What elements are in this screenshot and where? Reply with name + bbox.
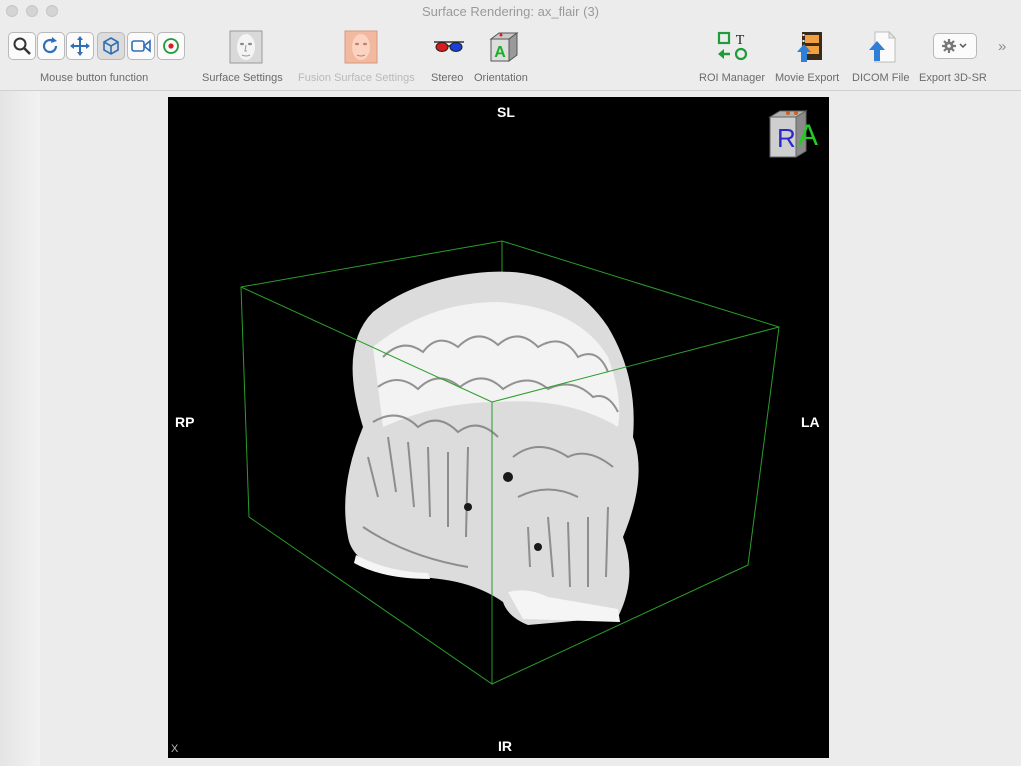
export-3dsr-button[interactable] <box>933 33 977 59</box>
fusion-surface-settings-button[interactable] <box>344 30 378 64</box>
face-surface-icon <box>229 30 263 64</box>
dicom-file-label: DICOM File <box>852 72 910 84</box>
stereo-button[interactable] <box>432 34 466 58</box>
orientation-label-bottom: IR <box>498 738 512 754</box>
target-icon <box>163 38 179 54</box>
orientation-cube: R A <box>768 110 818 158</box>
roi-point-tool-button[interactable] <box>157 32 185 60</box>
gear-dropdown-icon <box>942 39 967 53</box>
cube-rotate-icon <box>103 37 119 55</box>
orientation-label-top: SL <box>497 104 515 120</box>
orientation-button[interactable]: A <box>487 30 521 64</box>
roi-manager-label: ROI Manager <box>699 72 766 84</box>
svg-text:A: A <box>494 44 506 61</box>
dicom-file-export-icon <box>869 30 897 63</box>
roi-manager-icon: T <box>717 31 748 61</box>
rotate-icon <box>42 37 58 54</box>
move-arrows-icon <box>70 36 90 56</box>
movie-export-button[interactable] <box>794 30 828 64</box>
stereo-label: Stereo <box>431 72 464 84</box>
3d-rotate-tool-button[interactable] <box>97 32 125 60</box>
roi-manager-button[interactable]: T <box>716 30 750 64</box>
svg-text:T: T <box>736 33 745 48</box>
surface-render-canvas: R A <box>240 110 818 685</box>
movie-export-label: Movie Export <box>775 72 840 84</box>
svg-text:A: A <box>798 119 818 152</box>
window-left-gutter <box>0 91 40 766</box>
face-fusion-icon <box>344 30 378 64</box>
pan-tool-button[interactable] <box>66 32 94 60</box>
mouse-button-function-label: Mouse button function <box>40 72 149 84</box>
zoom-tool-button[interactable] <box>8 32 36 60</box>
movie-export-icon <box>797 32 822 62</box>
dicom-file-button[interactable] <box>865 30 899 64</box>
surface-settings-button[interactable] <box>229 30 263 64</box>
orientation-cube-icon: A <box>489 32 519 62</box>
corner-label: X <box>171 743 179 755</box>
3d-glasses-icon <box>434 41 464 52</box>
orientation-label-left: RP <box>175 414 195 430</box>
magnifier-icon <box>13 37 31 55</box>
camera-tool-button[interactable] <box>127 32 155 60</box>
export-3dsr-label: Export 3D-SR <box>919 72 987 84</box>
rotate-tool-button[interactable] <box>37 32 65 60</box>
surface-rendering-viewport[interactable]: R A SL IR RP LA X <box>168 97 829 758</box>
toolbar: Mouse button function Surface Settings F… <box>0 22 1021 91</box>
orientation-label-right: LA <box>801 414 820 430</box>
surface-settings-label: Surface Settings <box>202 72 283 84</box>
orientation-label: Orientation <box>474 72 528 84</box>
svg-text:R: R <box>777 123 796 153</box>
title-bar: Surface Rendering: ax_flair (3) <box>0 0 1021 22</box>
video-camera-icon <box>131 39 151 53</box>
window-title: Surface Rendering: ax_flair (3) <box>421 4 600 19</box>
fusion-surface-settings-label: Fusion Surface Settings <box>298 72 415 84</box>
toolbar-overflow-button[interactable]: » <box>998 38 1006 55</box>
